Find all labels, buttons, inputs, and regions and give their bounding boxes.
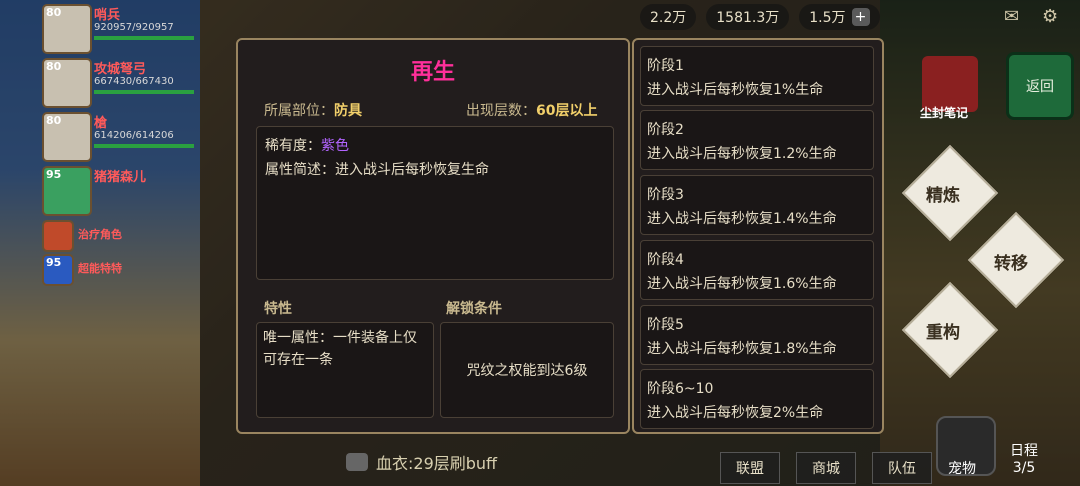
add-resource-button[interactable]: +	[851, 8, 870, 26]
part-label: 所属部位：	[264, 103, 334, 119]
pet-label: 宠物	[948, 461, 976, 477]
member-level: 80	[46, 6, 62, 19]
shop-button[interactable]: 商城	[796, 452, 856, 484]
trait-heading: 特性	[264, 301, 292, 317]
stage-item: 阶段6~10 进入战斗后每秒恢复2%生命	[640, 369, 874, 429]
affix-detail-modal: 再生 所属部位：防具 出现层数：60层以上 稀有度：紫色 属性简述：进入战斗后每…	[236, 38, 884, 434]
member-level: 95	[46, 256, 62, 269]
schedule-count: 3/5	[1012, 460, 1036, 476]
resource-1: 2.2万	[640, 4, 697, 30]
party-member[interactable]: 95 猪猪森儿	[42, 164, 202, 216]
member-name: 攻城弩弓	[94, 62, 147, 77]
stage-desc: 进入战斗后每秒恢复2%生命	[647, 405, 824, 421]
stage-name: 阶段5	[647, 317, 684, 333]
hp-bar	[94, 36, 194, 40]
chat-bar[interactable]: 血衣:29层刷buff	[346, 450, 497, 474]
stages-panel[interactable]: 阶段1 进入战斗后每秒恢复1%生命 阶段2 进入战斗后每秒恢复1.2%生命 阶段…	[632, 38, 884, 434]
stage-desc: 进入战斗后每秒恢复1%生命	[647, 82, 824, 98]
stage-item: 阶段1 进入战斗后每秒恢复1%生命	[640, 46, 874, 106]
hp-bar	[94, 144, 194, 148]
affix-info-panel: 再生 所属部位：防具 出现层数：60层以上 稀有度：紫色 属性简述：进入战斗后每…	[236, 38, 630, 434]
resource-3-value: 1.5万	[809, 10, 846, 26]
chat-message: 血衣:29层刷buff	[376, 454, 498, 473]
affix-summary: 属性简述：进入战斗后每秒恢复生命	[265, 162, 489, 178]
stage-name: 阶段6~10	[647, 381, 714, 397]
bottom-nav: 联盟 商城 队伍	[720, 452, 932, 484]
member-name: 治疗角色	[78, 228, 122, 241]
member-name: 槍	[94, 116, 108, 131]
stage-item: 阶段4 进入战斗后每秒恢复1.6%生命	[640, 240, 874, 300]
team-button[interactable]: 队伍	[872, 452, 932, 484]
party-member[interactable]: 80 槍 614206/614206	[42, 110, 202, 162]
transfer-label: 转移	[994, 254, 1028, 274]
gear-icon[interactable]: ⚙	[1042, 6, 1064, 27]
floor-label: 出现层数：	[466, 103, 536, 119]
part-row: 所属部位：防具	[264, 100, 362, 120]
member-hp: 614206/614206	[94, 130, 174, 141]
party-member[interactable]: 80 攻城弩弓 667430/667430	[42, 56, 202, 108]
back-button-label: 返回	[1026, 79, 1054, 95]
stage-desc: 进入战斗后每秒恢复1.6%生命	[647, 276, 837, 292]
stage-item: 阶段2 进入战斗后每秒恢复1.2%生命	[640, 110, 874, 170]
hp-bar	[94, 90, 194, 94]
affix-description-box: 稀有度：紫色 属性简述：进入战斗后每秒恢复生命	[256, 126, 614, 280]
member-name: 超能特特	[78, 262, 122, 275]
party-member[interactable]: 治疗角色	[42, 218, 202, 252]
avatar	[42, 220, 74, 252]
stage-desc: 进入战斗后每秒恢复1.4%生命	[647, 211, 837, 227]
floor-row: 出现层数：60层以上	[466, 100, 597, 120]
stage-name: 阶段2	[647, 122, 684, 138]
member-level: 80	[46, 60, 62, 73]
trait-box: 唯一属性：一件装备上仅可存在一条	[256, 322, 434, 418]
part-value: 防具	[334, 103, 362, 119]
stage-name: 阶段4	[647, 252, 684, 268]
rarity-row: 稀有度：紫色	[265, 135, 349, 155]
schedule-button[interactable]: 日程 3/5	[1010, 440, 1038, 476]
refine-label: 精炼	[926, 186, 960, 206]
stage-item: 阶段5 进入战斗后每秒恢复1.8%生命	[640, 305, 874, 365]
floor-value: 60层以上	[536, 103, 598, 119]
party-member[interactable]: 95 超能特特	[42, 252, 202, 286]
seal-notes-label: 尘封笔记	[920, 106, 969, 120]
stage-desc: 进入战斗后每秒恢复1.8%生命	[647, 341, 837, 357]
unlock-box: 咒纹之权能到达6级	[440, 322, 614, 418]
shop-label: 商城	[812, 461, 840, 477]
resource-bar: 2.2万 1581.3万 1.5万 +	[640, 4, 880, 30]
party-list: 80 哨兵 920957/920957 80 攻城弩弓 667430/66743…	[42, 2, 202, 286]
party-member[interactable]: 80 哨兵 920957/920957	[42, 2, 202, 54]
mail-icon[interactable]: ✉	[1004, 6, 1026, 27]
member-level: 95	[46, 168, 62, 181]
member-hp: 667430/667430	[94, 76, 174, 87]
alliance-button[interactable]: 联盟	[720, 452, 780, 484]
member-hp: 920957/920957	[94, 22, 174, 33]
member-level: 80	[46, 114, 62, 127]
unlock-text: 咒纹之权能到达6级	[466, 363, 588, 379]
unlock-heading: 解锁条件	[446, 301, 502, 317]
affix-title: 再生	[410, 60, 455, 85]
team-label: 队伍	[888, 461, 916, 477]
resource-2: 1581.3万	[706, 4, 790, 30]
stage-name: 阶段3	[647, 187, 684, 203]
stage-desc: 进入战斗后每秒恢复1.2%生命	[647, 146, 837, 162]
rebuild-label: 重构	[926, 323, 960, 343]
schedule-label: 日程	[1010, 443, 1038, 459]
resource-3: 1.5万 +	[799, 4, 880, 30]
chat-icon	[346, 453, 368, 471]
member-name: 猪猪森儿	[94, 170, 147, 185]
stage-item: 阶段3 进入战斗后每秒恢复1.4%生命	[640, 175, 874, 235]
resource-1-value: 2.2万	[650, 10, 687, 26]
stage-name: 阶段1	[647, 58, 684, 74]
trait-text: 唯一属性：一件装备上仅可存在一条	[263, 330, 417, 368]
alliance-label: 联盟	[736, 461, 764, 477]
resource-2-value: 1581.3万	[716, 10, 780, 26]
member-name: 哨兵	[94, 8, 121, 23]
rarity-value: 紫色	[321, 138, 349, 154]
rarity-label: 稀有度：	[265, 138, 321, 154]
back-button[interactable]: 返回	[1006, 52, 1074, 120]
